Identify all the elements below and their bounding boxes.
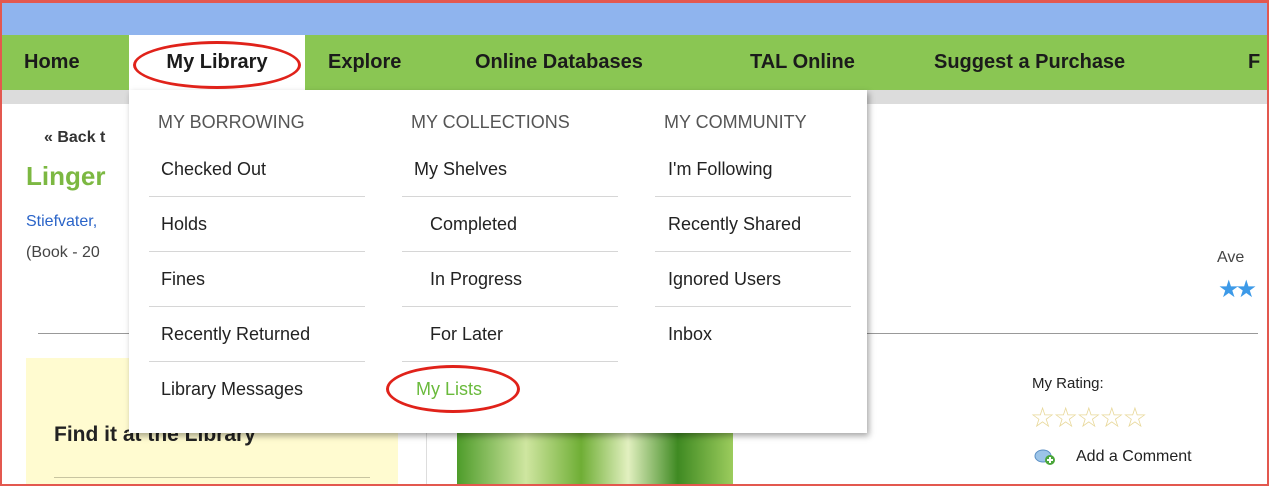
menu-im-following[interactable]: I'm Following xyxy=(655,142,851,197)
top-band xyxy=(2,3,1267,35)
nav-suggest-purchase[interactable]: Suggest a Purchase xyxy=(934,35,1125,90)
menu-completed[interactable]: Completed xyxy=(402,197,618,252)
my-community-heading: MY COMMUNITY xyxy=(664,112,807,132)
back-link[interactable]: « Back t xyxy=(44,129,105,147)
average-star-icon: ★★ xyxy=(1218,276,1257,303)
nav-more-truncated[interactable]: F xyxy=(1248,35,1260,90)
menu-fines[interactable]: Fines xyxy=(149,252,365,307)
menu-in-progress[interactable]: In Progress xyxy=(402,252,618,307)
menu-holds[interactable]: Holds xyxy=(149,197,365,252)
menu-checked-out[interactable]: Checked Out xyxy=(149,142,365,197)
nav-online-databases[interactable]: Online Databases xyxy=(475,35,643,90)
menu-recently-returned[interactable]: Recently Returned xyxy=(149,307,365,362)
my-library-dropdown: MY BORROWING Checked Out Holds Fines Rec… xyxy=(129,90,867,433)
my-borrowing-heading: MY BORROWING xyxy=(158,112,305,132)
average-rating-label: Ave xyxy=(1217,249,1245,266)
my-rating-label: My Rating: xyxy=(1032,375,1104,392)
nav-explore[interactable]: Explore xyxy=(328,35,401,90)
menu-for-later[interactable]: For Later xyxy=(402,307,618,362)
nav-my-library[interactable]: My Library xyxy=(129,35,305,90)
screenshot-frame: Home My Library Explore Online Databases… xyxy=(0,0,1269,486)
nav-tal-online[interactable]: TAL Online xyxy=(750,35,855,90)
rating-stars-icon[interactable]: ☆☆☆☆☆ xyxy=(1030,401,1148,434)
menu-inbox[interactable]: Inbox xyxy=(655,307,851,362)
nav-home[interactable]: Home xyxy=(24,35,80,90)
add-comment-icon[interactable] xyxy=(1034,449,1056,465)
add-comment-link[interactable]: Add a Comment xyxy=(1076,448,1192,466)
menu-library-messages[interactable]: Library Messages xyxy=(149,362,365,417)
menu-my-lists[interactable]: My Lists xyxy=(402,362,618,417)
menu-my-shelves[interactable]: My Shelves xyxy=(402,142,618,197)
find-it-divider xyxy=(54,477,370,478)
author-link[interactable]: Stiefvater, xyxy=(26,213,97,231)
my-collections-heading: MY COLLECTIONS xyxy=(411,112,570,132)
main-nav: Home My Library Explore Online Databases… xyxy=(2,35,1267,90)
item-format: (Book - 20 xyxy=(26,244,100,261)
item-title: Linger xyxy=(26,161,106,191)
menu-recently-shared[interactable]: Recently Shared xyxy=(655,197,851,252)
menu-ignored-users[interactable]: Ignored Users xyxy=(655,252,851,307)
